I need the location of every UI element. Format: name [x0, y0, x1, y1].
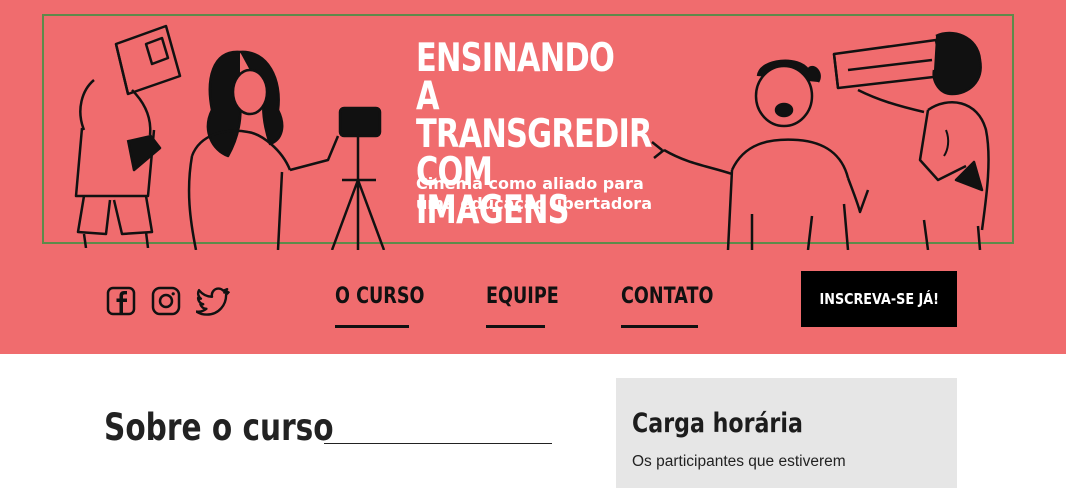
- nav-item-equipe[interactable]: EQUIPE: [486, 284, 559, 309]
- workload-card-title: Carga horária: [632, 408, 803, 439]
- about-title-divider: [324, 443, 552, 444]
- nav-underline-equipe: [486, 325, 545, 328]
- signup-button[interactable]: INSCREVA-SE JÁ!: [801, 271, 957, 327]
- site-header: ENSINANDO A TRANSGREDIR COM IMAGENS Cine…: [0, 0, 1066, 354]
- nav-underline-contato: [621, 325, 698, 328]
- nav-active-underline: [335, 325, 409, 328]
- illustration-girl-with-box: [74, 24, 182, 248]
- instagram-icon[interactable]: [151, 286, 181, 316]
- nav-item-o-curso[interactable]: O CURSO: [335, 284, 424, 309]
- about-section-title: Sobre o curso: [104, 406, 334, 449]
- twitter-icon[interactable]: [196, 286, 230, 316]
- workload-card-text: Os participantes que estiverem: [632, 453, 846, 470]
- facebook-icon[interactable]: [106, 286, 136, 316]
- signup-button-label: INSCREVA-SE JÁ!: [819, 290, 939, 308]
- illustration-woman-with-tripod: [187, 50, 386, 250]
- banner-subtitle: Cinema como aliado para uma educação lib…: [416, 174, 652, 213]
- workload-card: Carga horária Os participantes que estiv…: [616, 378, 957, 488]
- nav-item-contato[interactable]: CONTATO: [621, 284, 713, 309]
- illustration-man-with-box: [832, 31, 990, 250]
